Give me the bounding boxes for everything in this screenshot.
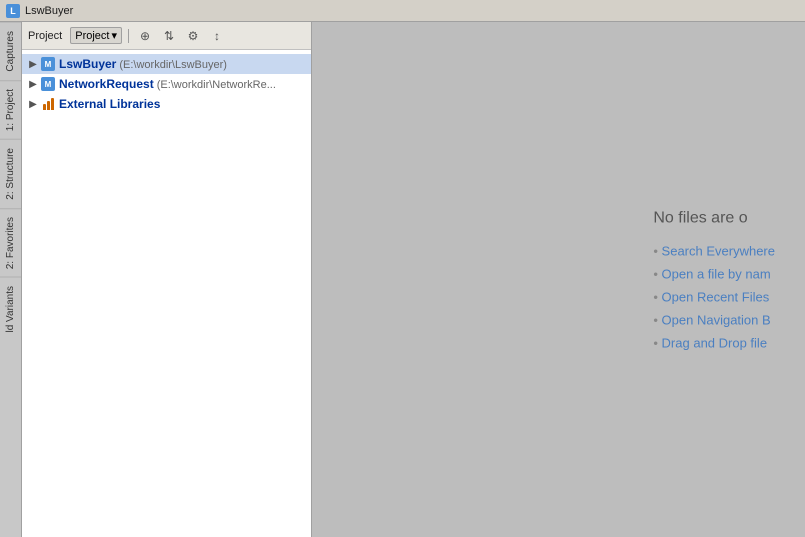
main-content: No files are o Search Everywhere Open a … [312,22,805,537]
sidebar-item-captures[interactable]: Captures [0,22,21,80]
main-area: Captures 1: Project 2: Structure 2: Favo… [0,22,805,537]
library-icon-external [40,96,56,112]
title-bar: L LswBuyer [0,0,805,22]
sidebar-item-structure[interactable]: 2: Structure [0,139,21,208]
build-variants-label: ld Variants [5,286,16,333]
search-everywhere-link[interactable]: Search Everywhere [662,243,775,258]
suggestion-open-name: Open a file by nam [653,266,775,281]
drag-drop-link[interactable]: Drag and Drop file [662,335,768,350]
tree-item-external-libraries[interactable]: ▶ External Libraries [22,94,311,114]
tree-item-lswbuyer[interactable]: ▶ M LswBuyer(E:\workdir\LswBuyer) [22,54,311,74]
suggestion-navigation: Open Navigation B [653,312,775,327]
module-icon-networkrequest: M [40,76,56,92]
suggestion-search: Search Everywhere [653,243,775,258]
recent-files-link[interactable]: Open Recent Files [662,289,770,304]
suggestion-drag-drop: Drag and Drop file [653,335,775,350]
toolbar-settings-btn[interactable]: ⚙ [183,26,203,46]
project-toolbar-label: Project [28,30,62,42]
no-files-panel: No files are o Search Everywhere Open a … [623,189,805,370]
tree-item-networkrequest[interactable]: ▶ M NetworkRequest(E:\workdir\NetworkRe.… [22,74,311,94]
left-side-tabs: Captures 1: Project 2: Structure 2: Favo… [0,22,22,537]
sidebar-item-build-variants[interactable]: ld Variants [0,277,21,341]
open-by-name-link[interactable]: Open a file by nam [662,266,771,281]
favorites-label: 2: Favorites [5,217,16,269]
dropdown-arrow-icon: ▾ [112,29,118,42]
title-bar-text: LswBuyer [25,5,73,17]
no-files-title: No files are o [653,209,775,227]
suggestions-list: Search Everywhere Open a file by nam Ope… [653,243,775,350]
app-icon: L [6,4,20,18]
project-panel: Project Project ▾ ⊕ ⇅ ⚙ ↕ ▶ M LswBuyer(E… [22,22,312,537]
suggestion-recent: Open Recent Files [653,289,775,304]
toolbar-sort-btn[interactable]: ⇅ [159,26,179,46]
tree-arrow-lswbuyer: ▶ [26,57,40,71]
project-view-dropdown[interactable]: Project ▾ [70,27,122,44]
navigation-link[interactable]: Open Navigation B [662,312,771,327]
dropdown-label: Project [75,30,109,42]
tree-arrow-networkrequest: ▶ [26,77,40,91]
sidebar-item-project[interactable]: 1: Project [0,80,21,139]
structure-label: 2: Structure [5,148,16,200]
project-toolbar: Project Project ▾ ⊕ ⇅ ⚙ ↕ [22,22,311,50]
sidebar-item-favorites[interactable]: 2: Favorites [0,208,21,277]
toolbar-separator [128,29,129,43]
module-icon-lswbuyer: M [40,56,56,72]
toolbar-expand-btn[interactable]: ↕ [207,26,227,46]
tree-arrow-external-libraries: ▶ [26,97,40,111]
project-label: 1: Project [5,89,16,131]
project-tree[interactable]: ▶ M LswBuyer(E:\workdir\LswBuyer) ▶ M Ne… [22,50,311,537]
captures-label: Captures [5,31,16,72]
lswbuyer-name: LswBuyer(E:\workdir\LswBuyer) [59,57,227,71]
external-libraries-name: External Libraries [59,97,160,111]
networkrequest-name: NetworkRequest(E:\workdir\NetworkRe... [59,77,276,91]
toolbar-add-btn[interactable]: ⊕ [135,26,155,46]
